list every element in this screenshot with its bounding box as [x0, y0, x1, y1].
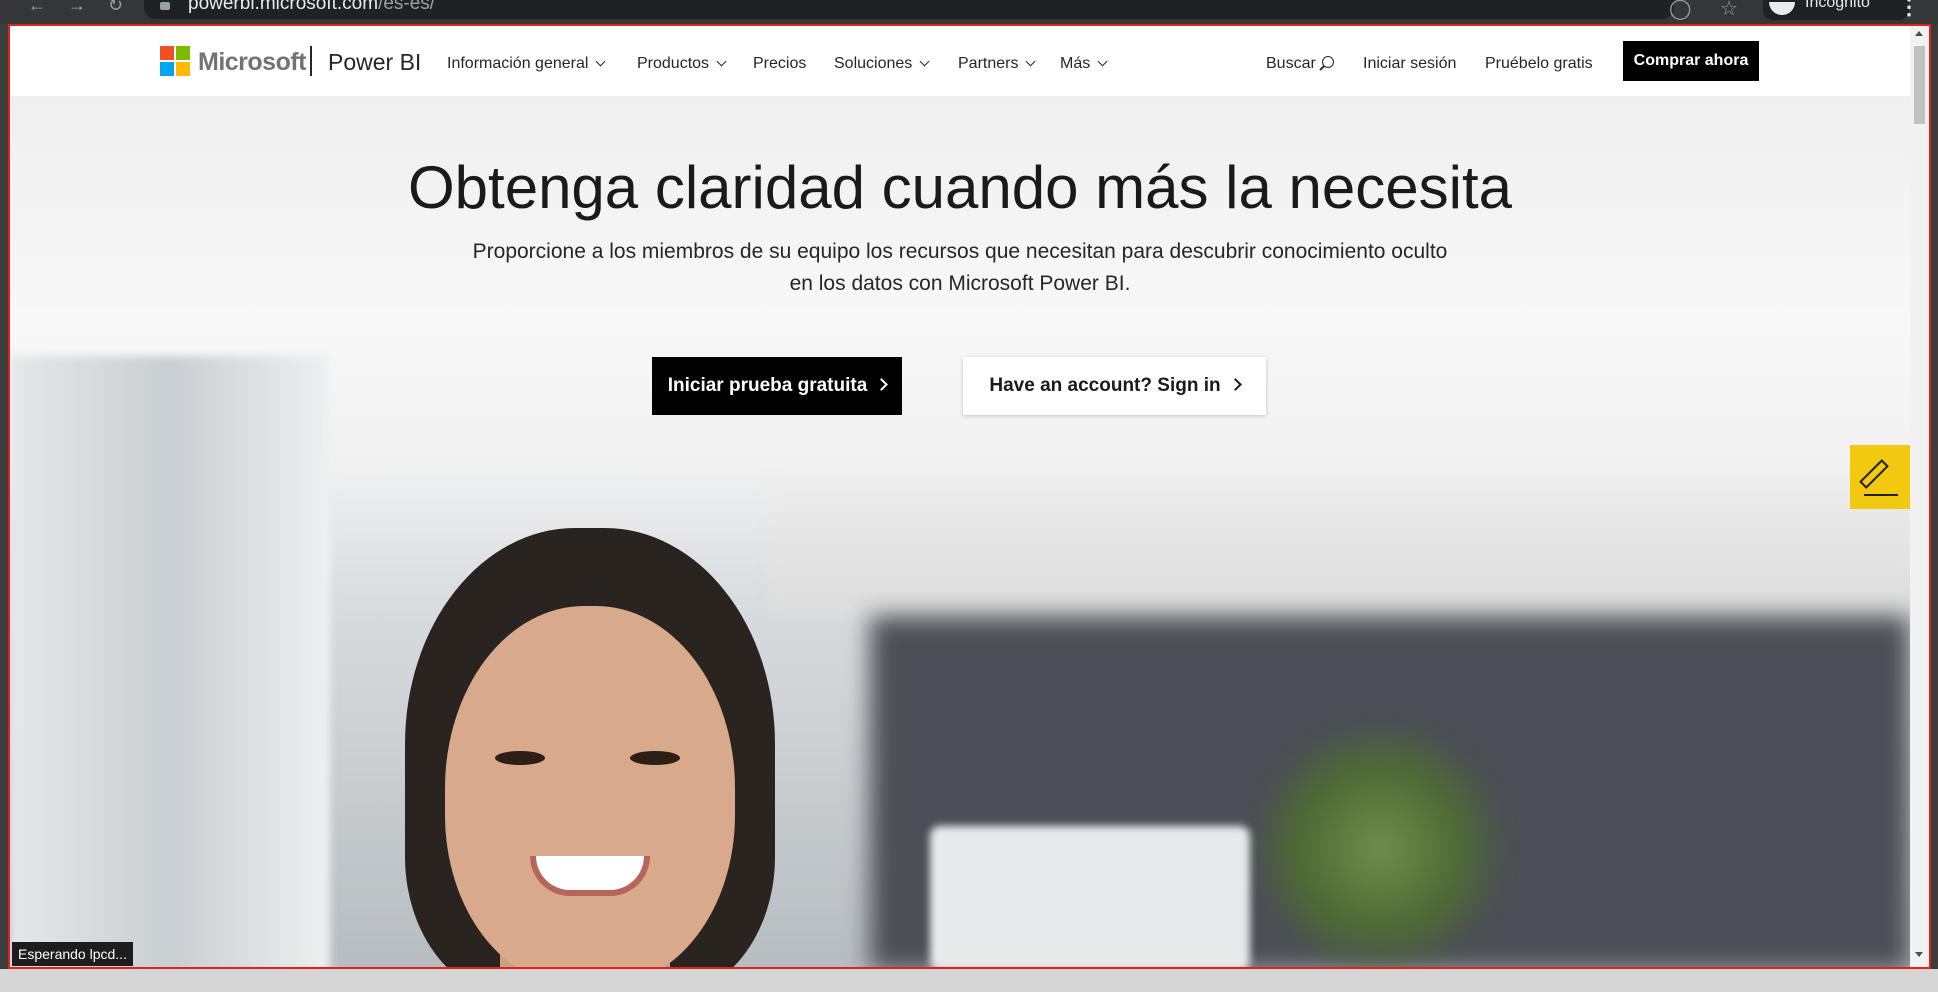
start-free-trial-button[interactable]: Iniciar prueba gratuita	[652, 357, 902, 415]
scroll-up-icon[interactable]	[1915, 31, 1923, 36]
hero-background-monitor	[930, 826, 1250, 967]
chevron-right-icon	[1228, 378, 1242, 391]
incognito-icon	[1769, 2, 1795, 15]
status-bubble: Esperando lpcd...	[12, 942, 133, 966]
pencil-icon	[1859, 459, 1889, 489]
incognito-indicator[interactable]: Incognito	[1763, 0, 1909, 20]
nav-item-partners[interactable]: Partners	[958, 55, 1036, 73]
taskbar-strip	[0, 969, 1938, 992]
chevron-down-icon	[1097, 56, 1108, 67]
eye-off-icon[interactable]: ◯	[1669, 0, 1691, 21]
free-trial-link[interactable]: Pruébelo gratis	[1485, 55, 1593, 73]
nav-item-mas[interactable]: Más	[1060, 55, 1108, 73]
browser-viewport: Microsoft Power BI Información general P…	[8, 24, 1931, 969]
nav-item-precios[interactable]: Precios	[753, 55, 806, 73]
chevron-down-icon	[595, 56, 606, 67]
hero-person-face	[445, 606, 735, 967]
menu-icon[interactable]: ⋮	[1898, 0, 1920, 20]
reload-icon[interactable]: ↻	[108, 0, 123, 14]
sign-in-button[interactable]: Have an account? Sign in	[963, 357, 1266, 415]
nav-item-informacion-general[interactable]: Información general	[447, 55, 606, 73]
brand-name[interactable]: Power BI	[328, 49, 421, 76]
star-icon[interactable]: ☆	[1720, 0, 1738, 21]
hero-background-ceiling	[770, 476, 1910, 616]
feedback-button[interactable]	[1850, 445, 1910, 509]
chevron-down-icon	[716, 56, 727, 67]
chevron-right-icon	[875, 378, 889, 391]
hero-subtitle: Proporcione a los miembros de su equipo …	[472, 240, 1448, 295]
signin-link[interactable]: Iniciar sesión	[1363, 55, 1456, 73]
address-bar[interactable]: powerbi.microsoft.com/es-es/ ◯	[144, 0, 1691, 20]
hero-section: Obtenga claridad cuando más la necesita …	[10, 96, 1910, 967]
site-header: Microsoft Power BI Información general P…	[10, 26, 1910, 96]
hero-background-plant	[1250, 726, 1510, 967]
hero-person-eye	[495, 751, 545, 765]
url-text[interactable]: powerbi.microsoft.com/es-es/	[188, 0, 435, 15]
hero-title: Obtenga claridad cuando más la necesita	[407, 154, 1513, 221]
forward-icon[interactable]: →	[68, 0, 86, 14]
microsoft-logo-icon[interactable]	[160, 46, 190, 76]
chevron-down-icon	[919, 56, 930, 67]
scroll-thumb[interactable]	[1914, 46, 1925, 124]
buy-now-button[interactable]: Comprar ahora	[1623, 41, 1759, 81]
browser-toolbar: ← → ↻ powerbi.microsoft.com/es-es/ ◯ ☆ I…	[0, 0, 1938, 24]
chevron-down-icon	[1026, 56, 1036, 67]
nav-item-soluciones[interactable]: Soluciones	[834, 55, 930, 73]
scrollbar[interactable]	[1910, 26, 1929, 967]
brand-divider	[310, 46, 312, 76]
microsoft-wordmark[interactable]: Microsoft	[198, 48, 307, 77]
hero-person-eye	[630, 751, 680, 765]
search-button[interactable]: Buscar	[1266, 55, 1334, 73]
hero-background-window	[10, 356, 330, 967]
nav-item-productos[interactable]: Productos	[637, 55, 727, 73]
lock-icon[interactable]	[160, 2, 170, 10]
back-icon[interactable]: ←	[28, 0, 46, 14]
scroll-down-icon[interactable]	[1915, 952, 1923, 957]
search-icon	[1321, 56, 1334, 68]
pencil-base	[1864, 494, 1898, 496]
